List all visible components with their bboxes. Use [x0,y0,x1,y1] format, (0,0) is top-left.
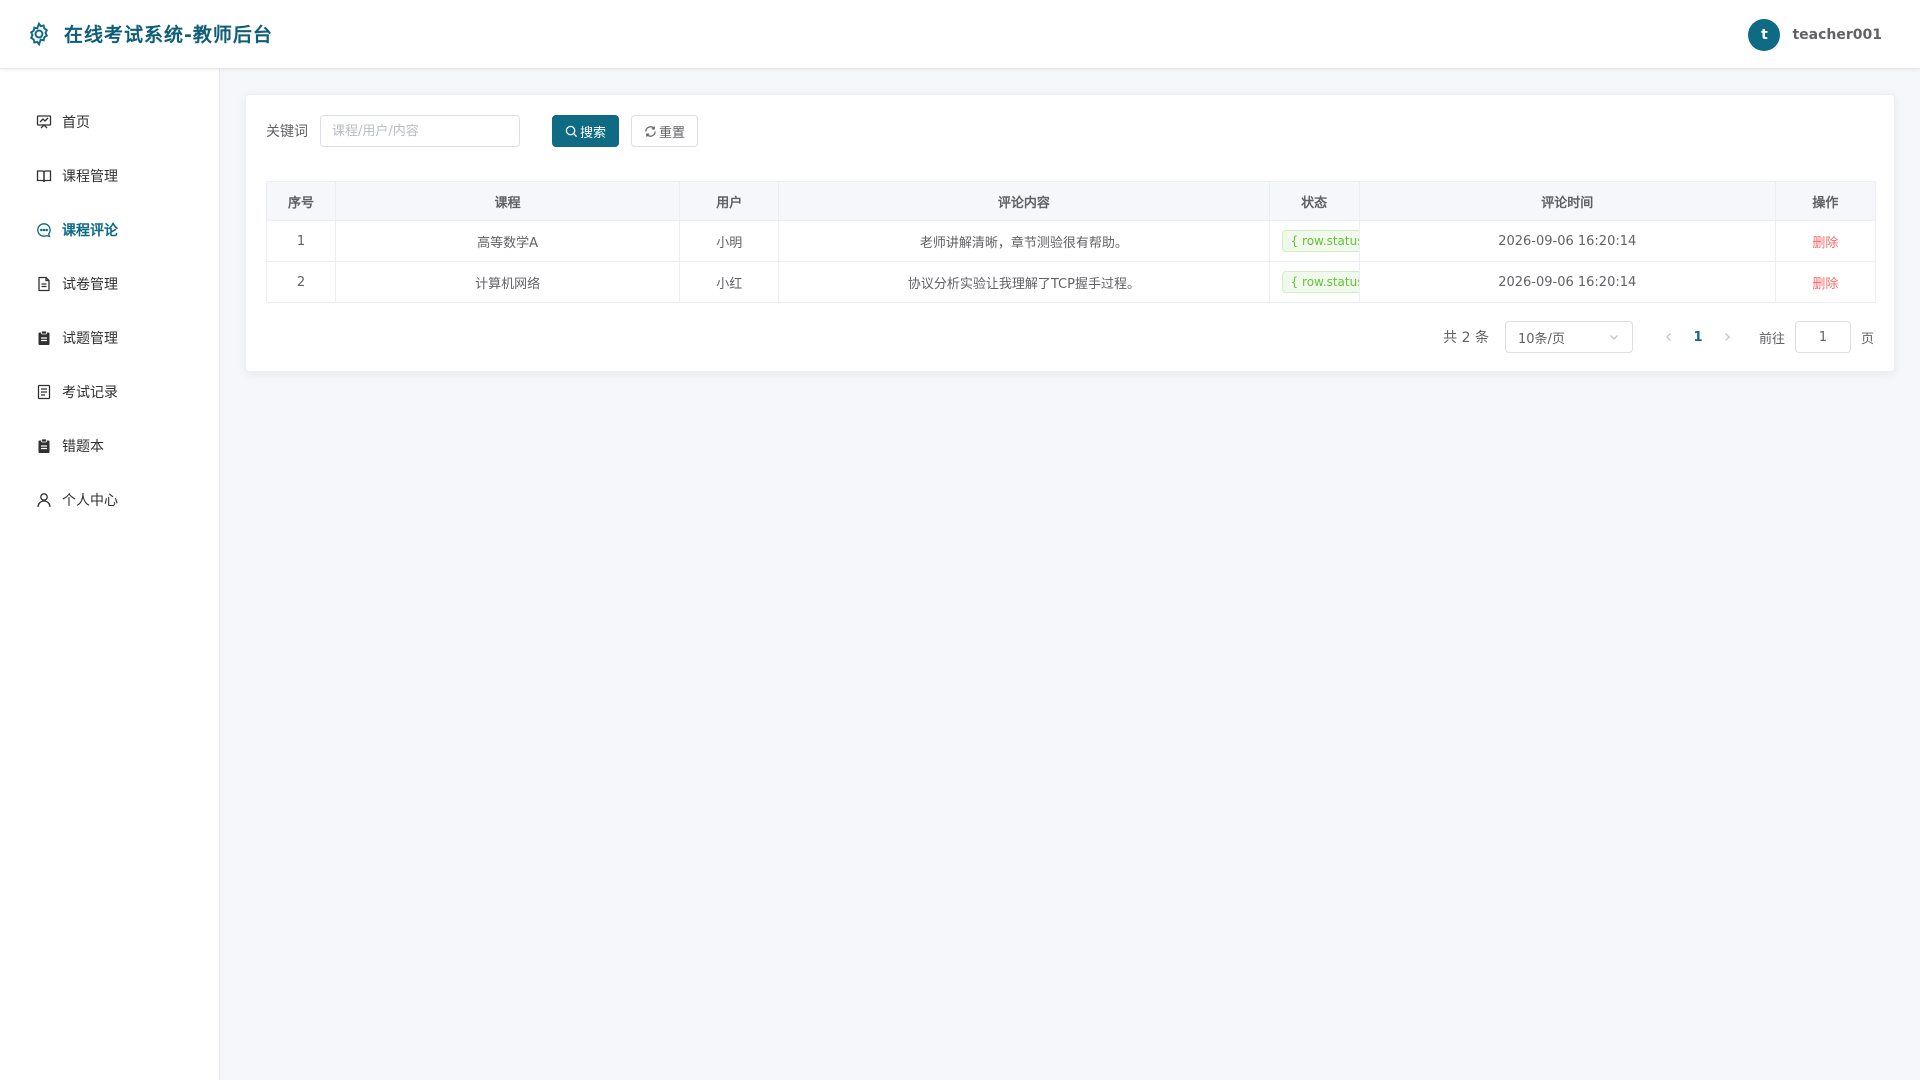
cell-content: 协议分析实验让我理解了TCP握手过程。 [778,261,1270,303]
top-header: 在线考试系统-教师后台 t teacher001 [0,0,1920,69]
cell-user: 小明 [679,220,780,262]
sidebar-item-paper-management[interactable]: 试卷管理 [0,257,219,311]
cell-course: 计算机网络 [335,261,681,303]
keyword-label: 关键词 [266,124,308,140]
table-row: 2 计算机网络 小红 协议分析实验让我理解了TCP握手过程。 { row.sta… [265,261,1877,303]
document-icon [35,275,53,293]
column-header-action: 操作 [1774,181,1877,221]
column-header-index: 序号 [265,181,337,221]
brand: 在线考试系统-教师后台 [26,20,273,47]
user-menu[interactable]: t teacher001 [1748,19,1882,51]
goto-label: 前往 [1758,331,1785,347]
cell-user: 小红 [679,261,780,303]
column-header-status: 状态 [1268,181,1360,221]
keyword-input[interactable] [320,115,520,147]
sidebar-item-question-management[interactable]: 试题管理 [0,311,219,365]
sidebar-item-profile[interactable]: 个人中心 [0,473,219,527]
clipboard-icon [35,437,53,455]
sidebar-item-label: 首页 [62,115,90,131]
page-suffix: 页 [1860,331,1874,347]
delete-button[interactable]: 删除 [1812,277,1838,292]
cell-content: 老师讲解清晰，章节测验很有帮助。 [778,220,1270,262]
sidebar-item-label: 考试记录 [62,385,118,401]
reset-button[interactable]: 重置 [631,115,699,147]
user-icon [35,491,53,509]
column-header-course: 课程 [335,181,681,221]
sidebar: 首页 课程管理 课程评论 试卷管理 试题管理 考试记录 错题本 个人中心 [0,69,220,1080]
sidebar-item-exam-records[interactable]: 考试记录 [0,365,219,419]
comments-panel: 关键词 搜索 重置 序号 课程 用户 评论内容 状态 [245,94,1895,372]
username[interactable]: teacher001 [1792,27,1882,43]
cell-status: { row.status===1 ? '显示' : '隐藏' } [1268,220,1360,262]
status-tag: { row.status===1 ? '显示' : '隐藏' } [1281,230,1359,252]
column-header-time: 评论时间 [1358,181,1776,221]
sidebar-item-course-comments[interactable]: 课程评论 [0,203,219,257]
status-tag: { row.status===1 ? '显示' : '隐藏' } [1281,271,1359,293]
sidebar-item-course-management[interactable]: 课程管理 [0,149,219,203]
sidebar-item-label: 试题管理 [62,331,118,347]
chevron-right-icon [1725,333,1730,341]
avatar[interactable]: t [1748,19,1781,51]
page-number-current[interactable]: 1 [1683,323,1713,351]
dashboard-icon [35,113,53,131]
reset-button-label: 重置 [659,125,686,141]
cell-time: 2026-09-06 16:20:14 [1358,261,1776,303]
cell-status: { row.status===1 ? '显示' : '隐藏' } [1268,261,1360,303]
sidebar-item-wrong-questions[interactable]: 错题本 [0,419,219,473]
pagination: 共 2 条 10条/页 1 前往 页 [1443,321,1874,353]
sidebar-item-label: 课程评论 [62,223,118,239]
search-icon [565,125,578,137]
comments-table: 序号 课程 用户 评论内容 状态 评论时间 操作 1 高等数学A 小明 老师讲解… [265,181,1877,303]
app-title: 在线考试系统-教师后台 [64,24,273,46]
cell-index: 1 [265,220,337,262]
pagination-total: 共 2 条 [1443,330,1489,346]
gear-icon [29,21,49,46]
search-bar: 关键词 搜索 重置 [266,115,699,147]
list-doc-icon [35,383,53,401]
column-header-user: 用户 [679,181,780,221]
comment-icon [35,221,53,239]
sidebar-item-label: 课程管理 [62,169,118,185]
sidebar-item-label: 错题本 [62,439,104,455]
column-header-content: 评论内容 [778,181,1270,221]
clipboard-icon [35,329,53,347]
refresh-icon [645,125,656,137]
chevron-down-icon [1610,335,1618,340]
chevron-left-icon [1666,333,1671,341]
prev-page-button[interactable] [1655,323,1683,351]
table-header-row: 序号 课程 用户 评论内容 状态 评论时间 操作 [265,181,1877,221]
cell-action: 删除 [1774,261,1877,303]
page-size-value: 10条/页 [1517,331,1565,347]
goto-page-input[interactable] [1794,321,1851,353]
sidebar-item-label: 试卷管理 [62,277,118,293]
cell-time: 2026-09-06 16:20:14 [1358,220,1776,262]
next-page-button[interactable] [1713,323,1741,351]
book-icon [35,167,53,185]
sidebar-item-label: 个人中心 [62,493,118,509]
page-size-select[interactable]: 10条/页 [1504,321,1633,353]
cell-course: 高等数学A [335,220,681,262]
search-button[interactable]: 搜索 [552,115,620,147]
cell-index: 2 [265,261,337,303]
sidebar-item-home[interactable]: 首页 [0,95,219,149]
cell-action: 删除 [1774,220,1877,262]
table-row: 1 高等数学A 小明 老师讲解清晰，章节测验很有帮助。 { row.status… [265,220,1877,262]
search-button-label: 搜索 [580,125,607,141]
delete-button[interactable]: 删除 [1812,236,1838,251]
